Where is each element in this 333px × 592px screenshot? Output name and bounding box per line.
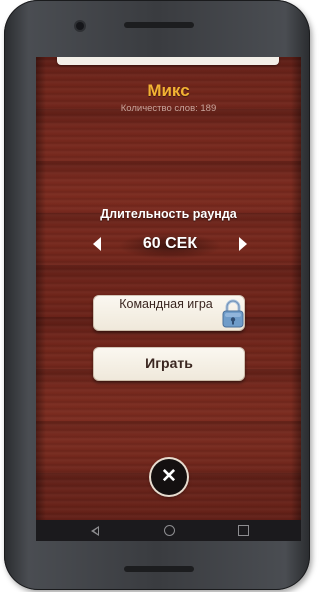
home-icon[interactable] xyxy=(164,525,175,536)
earpiece-speaker xyxy=(124,22,194,28)
team-game-label: Командная игра xyxy=(119,297,213,311)
back-icon-inner xyxy=(93,528,98,534)
category-title: Микс xyxy=(147,81,190,100)
round-duration-selector: 60 СЕК xyxy=(36,229,301,263)
wood-left-shadow xyxy=(36,57,46,520)
top-panel-edge xyxy=(57,57,279,65)
android-navigation-bar xyxy=(36,520,301,541)
bottom-speaker xyxy=(124,566,194,572)
close-button[interactable]: ✕ xyxy=(151,459,187,495)
team-game-button[interactable]: Командная игра xyxy=(93,295,245,331)
phone-frame: Микс Количество слов: 189 Длительность р… xyxy=(4,0,310,590)
round-duration-value: 60 СЕК xyxy=(142,235,198,252)
app-screen: Микс Количество слов: 189 Длительность р… xyxy=(36,57,301,541)
front-camera xyxy=(76,22,84,30)
play-label: Играть xyxy=(145,355,193,371)
recent-apps-icon[interactable] xyxy=(238,525,249,536)
round-duration-label: Длительность раунда xyxy=(100,207,237,221)
chevron-left-icon[interactable] xyxy=(93,237,101,251)
play-button[interactable]: Играть xyxy=(93,347,245,381)
chevron-right-icon[interactable] xyxy=(239,237,247,251)
word-count: Количество слов: 189 xyxy=(120,103,217,114)
close-icon: ✕ xyxy=(161,466,177,487)
wood-right-shadow xyxy=(291,57,301,520)
lock-icon xyxy=(222,299,244,328)
wood-background: Микс Количество слов: 189 Длительность р… xyxy=(36,57,301,520)
